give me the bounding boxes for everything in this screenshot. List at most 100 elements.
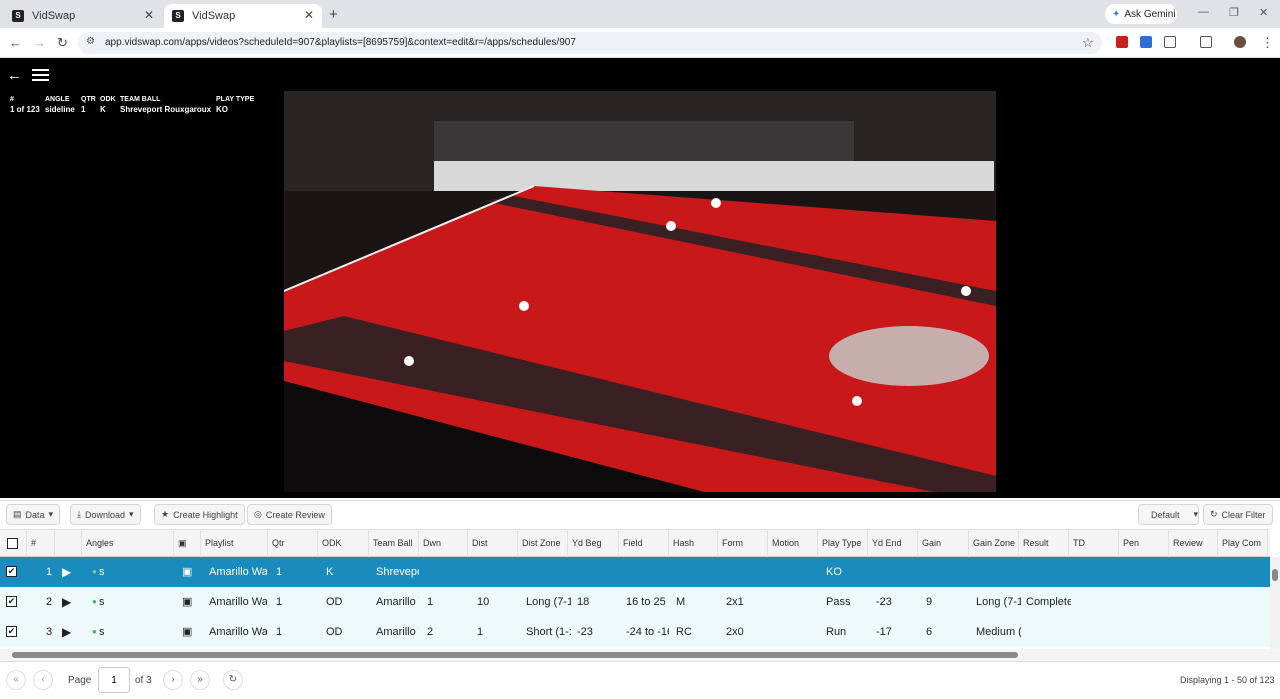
bookmark-star-icon[interactable]: ☆ xyxy=(1082,35,1094,51)
play-icon[interactable]: ▶ xyxy=(62,557,71,587)
column-header-num[interactable]: # xyxy=(27,530,55,557)
profile-avatar[interactable] xyxy=(1234,36,1246,48)
site-info-icon[interactable]: ⚙ xyxy=(86,36,95,47)
column-header-form[interactable]: Form xyxy=(718,530,768,557)
column-header-result[interactable]: Result xyxy=(1019,530,1069,557)
column-header-play-com[interactable]: Play Com xyxy=(1218,530,1268,557)
data-menu-button[interactable]: ▤ Data ▾ xyxy=(6,504,61,525)
browser-tab-2[interactable]: S VidSwap ✕ xyxy=(164,4,322,28)
column-header-odk[interactable]: ODK xyxy=(318,530,369,557)
pdf-extension-icon[interactable] xyxy=(1116,36,1128,48)
video-frame[interactable] xyxy=(284,91,996,492)
row-checkbox[interactable]: ✔ xyxy=(6,626,17,637)
dist-value: 10 xyxy=(477,596,490,608)
column-header-review[interactable]: Review xyxy=(1169,530,1218,557)
select-all-header xyxy=(0,530,27,557)
table-row[interactable]: ✔ 2 ▶ ● s ▣ Amarillo War 1 OD Amarillo \… xyxy=(0,587,1270,617)
column-header-angles[interactable]: Angles xyxy=(82,530,174,557)
data-label: Data xyxy=(25,509,45,520)
form-value: 2x0 xyxy=(726,626,744,638)
info-value: Shreveport Rouxgaroux xyxy=(120,105,212,114)
last-page-icon[interactable]: » xyxy=(190,670,210,690)
qtr-value: 1 xyxy=(276,566,283,578)
gain-value: 6 xyxy=(926,626,933,638)
dist-zone-value: Short (1-: xyxy=(526,626,571,638)
info-value: KO xyxy=(216,105,228,114)
column-header-team-ball[interactable]: Team Ball xyxy=(369,530,419,557)
dwn-value: 1 xyxy=(427,596,434,608)
gemini-icon: ✦ xyxy=(1112,8,1121,20)
play-icon[interactable]: ▶ xyxy=(62,617,71,647)
column-header-playlist[interactable]: Playlist xyxy=(201,530,268,557)
column-header-motion[interactable]: Motion xyxy=(768,530,818,557)
back-arrow-icon[interactable]: ← xyxy=(7,67,22,84)
column-header-td[interactable]: TD xyxy=(1069,530,1119,557)
dist-value: 1 xyxy=(477,626,484,638)
vidswap-favicon-icon: S xyxy=(12,10,24,22)
ask-gemini-label: Ask Gemini xyxy=(1124,8,1176,20)
minimize-icon[interactable]: — xyxy=(1198,6,1209,18)
extension-icon[interactable] xyxy=(1140,36,1152,48)
row-checkbox[interactable]: ✔ xyxy=(6,596,17,607)
scrollbar-thumb[interactable] xyxy=(1272,569,1278,581)
tab-search-icon[interactable] xyxy=(1200,36,1212,48)
create-highlight-button[interactable]: ★ Create Highlight xyxy=(154,504,245,525)
thumbnail-icon[interactable]: ▣ xyxy=(182,617,192,647)
play-icon[interactable]: ▶ xyxy=(62,587,71,617)
column-header-play-type[interactable]: Play Type xyxy=(818,530,868,557)
column-header-yd-beg[interactable]: Yd Beg xyxy=(568,530,619,557)
clear-filter-button[interactable]: ↻ Clear Filter xyxy=(1203,504,1273,525)
url-text[interactable]: app.vidswap.com/apps/videos?scheduleId=9… xyxy=(105,37,576,48)
row-number: 1 xyxy=(46,566,53,578)
angle-value: s xyxy=(99,596,105,608)
next-page-icon[interactable]: › xyxy=(163,670,183,690)
page-number-input[interactable] xyxy=(98,667,130,693)
menu-hamburger-icon[interactable] xyxy=(32,69,49,81)
column-header-pen[interactable]: Pen xyxy=(1119,530,1169,557)
playlist-value: Amarillo War xyxy=(209,566,267,578)
back-icon[interactable]: ← xyxy=(9,35,22,50)
reload-icon[interactable]: ↻ xyxy=(57,35,68,51)
omnibox[interactable]: ⚙ app.vidswap.com/apps/videos?scheduleId… xyxy=(78,32,1102,54)
default-view-select[interactable]: Default ▾ xyxy=(1138,504,1199,525)
horizontal-scrollbar[interactable] xyxy=(0,649,1280,661)
browser-menu-icon[interactable]: ⋮ xyxy=(1261,35,1274,51)
table-row[interactable]: ✔ 3 ▶ ● s ▣ Amarillo War 1 OD Amarillo \… xyxy=(0,617,1270,647)
column-header-dist-zone[interactable]: Dist Zone xyxy=(518,530,568,557)
column-header-hash[interactable]: Hash xyxy=(669,530,718,557)
column-header-qtr[interactable]: Qtr xyxy=(268,530,318,557)
angle-dot-icon: ● xyxy=(92,567,97,576)
download-menu-button[interactable]: ⤓ Download ▾ xyxy=(70,504,141,525)
column-header-dwn[interactable]: Dwn xyxy=(419,530,468,557)
extensions-puzzle-icon[interactable] xyxy=(1164,36,1176,48)
create-review-button[interactable]: ◎ Create Review xyxy=(247,504,332,525)
column-header-b[interactable]: B xyxy=(1268,530,1270,557)
column-header-gain-zone[interactable]: Gain Zone xyxy=(969,530,1019,557)
column-header-yd-end[interactable]: Yd End xyxy=(868,530,918,557)
ask-gemini-button[interactable]: ✦ Ask Gemini xyxy=(1105,4,1177,24)
restore-icon[interactable]: ❐ xyxy=(1229,6,1239,19)
column-header-thumbnail: ▣ xyxy=(174,530,201,557)
new-tab-icon[interactable]: + xyxy=(329,6,338,23)
browser-tab-1[interactable]: S VidSwap ✕ xyxy=(4,4,162,28)
close-window-icon[interactable]: ✕ xyxy=(1259,6,1268,19)
row-checkbox[interactable]: ✔ xyxy=(6,566,17,577)
info-value: 1 of 123 xyxy=(10,105,40,114)
table-row[interactable]: ✔ 1 ▶ ● s ▣ Amarillo War 1 K Shrevepo KO xyxy=(0,557,1270,587)
refresh-icon[interactable]: ↻ xyxy=(223,670,243,690)
thumbnail-icon[interactable]: ▣ xyxy=(182,587,192,617)
column-header-gain[interactable]: Gain xyxy=(918,530,969,557)
first-page-icon[interactable]: « xyxy=(6,670,26,690)
close-tab-icon[interactable]: ✕ xyxy=(304,8,314,22)
forward-icon[interactable]: → xyxy=(33,35,46,50)
vertical-scrollbar[interactable] xyxy=(1270,557,1280,649)
column-header-dist[interactable]: Dist xyxy=(468,530,518,557)
previous-page-icon[interactable]: ‹ xyxy=(33,670,53,690)
scrollbar-thumb[interactable] xyxy=(12,652,1018,658)
select-all-checkbox[interactable] xyxy=(7,538,18,549)
info-header: ANGLE xyxy=(45,96,70,103)
close-tab-icon[interactable]: ✕ xyxy=(144,8,154,22)
thumbnail-icon[interactable]: ▣ xyxy=(182,557,192,587)
chevron-down-icon: ▾ xyxy=(1193,509,1199,519)
column-header-field[interactable]: Field xyxy=(619,530,669,557)
